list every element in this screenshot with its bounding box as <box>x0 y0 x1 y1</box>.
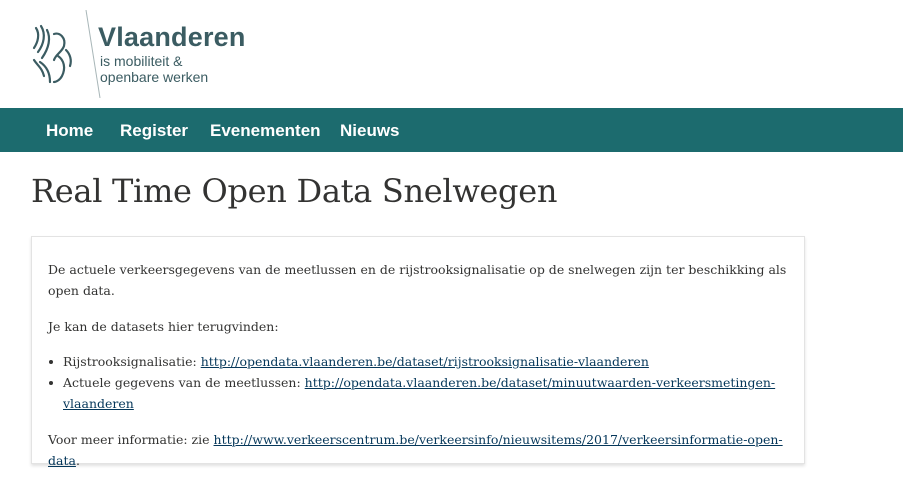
brand-subtitle: is mobiliteit & openbare werken <box>100 53 208 85</box>
content-card: De actuele verkeersgegevens van de meetl… <box>31 236 805 468</box>
dataset-link-rijstrooksignalisatie[interactable]: http://opendata.vlaanderen.be/dataset/ri… <box>201 354 649 369</box>
more-info-paragraph: Voor meer informatie: zie http://www.ver… <box>48 429 788 471</box>
page-title: Real Time Open Data Snelwegen <box>31 172 558 210</box>
list-item: Actuele gegevens van de meetlussen: http… <box>48 372 788 414</box>
more-info-label: Voor meer informatie: zie <box>48 432 214 447</box>
brand-subtitle-line2: openbare werken <box>100 69 209 85</box>
main-navigation: Home Register Evenementen Nieuws <box>0 108 903 152</box>
flemish-lion-icon[interactable] <box>30 20 74 86</box>
more-info-suffix: . <box>75 453 80 468</box>
brand-subtitle-line1: is mobiliteit & <box>100 53 183 69</box>
list-item: Rijstrooksignalisatie: http://opendata.v… <box>48 351 788 372</box>
nav-item-evenementen[interactable]: Evenementen <box>210 108 321 152</box>
brand-name[interactable]: Vlaanderen <box>98 22 246 52</box>
nav-item-nieuws[interactable]: Nieuws <box>340 108 400 152</box>
nav-item-home[interactable]: Home <box>46 108 93 152</box>
dataset-label: Actuele gegevens van de meetlussen: <box>63 375 305 390</box>
site-header: Vlaanderen is mobiliteit & openbare werk… <box>0 0 903 108</box>
dataset-label: Rijstrooksignalisatie: <box>63 354 201 369</box>
intro-paragraph: De actuele verkeersgegevens van de meetl… <box>48 262 787 298</box>
dataset-list: Rijstrooksignalisatie: http://opendata.v… <box>48 351 788 414</box>
datasets-intro: Je kan de datasets hier terugvinden: <box>48 319 279 334</box>
nav-item-register[interactable]: Register <box>120 108 188 152</box>
